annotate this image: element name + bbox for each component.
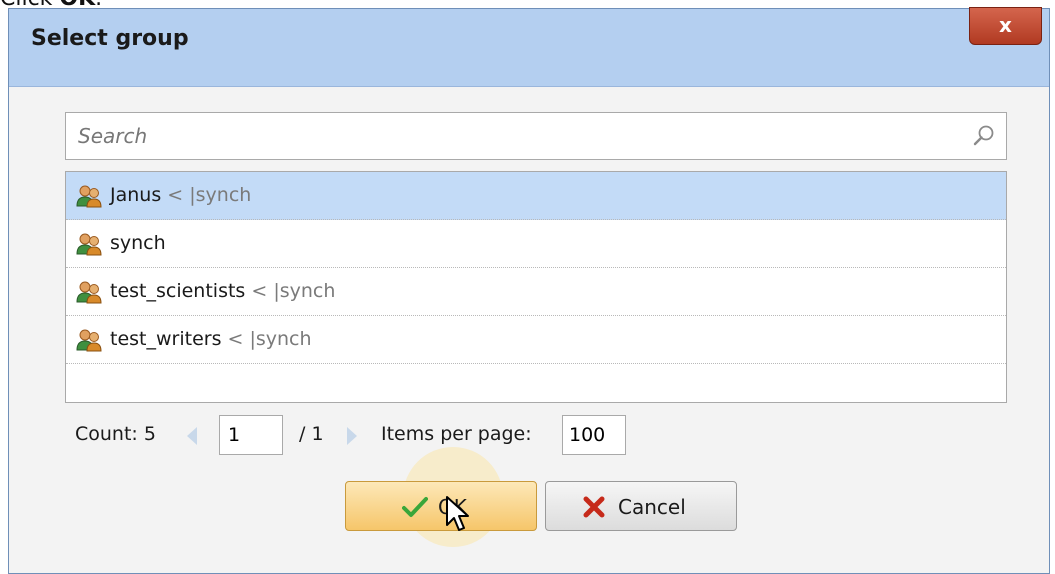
cancel-label: Cancel bbox=[618, 495, 686, 519]
ok-label: OK bbox=[438, 495, 467, 519]
dialog-titlebar: Select group x bbox=[9, 7, 1049, 87]
group-name: synch bbox=[110, 232, 166, 254]
items-per-page-label: Items per page: bbox=[381, 423, 532, 445]
pager: Count: 5 / 1 Items per page: bbox=[75, 413, 635, 455]
group-list: Janus < |synch synch test_scientists < |… bbox=[65, 171, 1007, 403]
select-group-dialog: Select group x Janus < |synch bbox=[8, 7, 1050, 574]
page-number-input[interactable] bbox=[219, 415, 283, 455]
group-name: Janus bbox=[110, 184, 162, 206]
group-name: test_scientists bbox=[110, 280, 246, 302]
group-label: test_writers < |synch bbox=[110, 328, 312, 350]
group-label: synch bbox=[110, 232, 166, 254]
group-suffix: < |synch bbox=[221, 328, 312, 350]
group-icon bbox=[76, 281, 102, 304]
page-total-label: / 1 bbox=[299, 423, 324, 445]
search-box bbox=[65, 112, 1007, 160]
group-icon bbox=[76, 233, 102, 256]
group-suffix: < |synch bbox=[161, 184, 252, 206]
cancel-x-icon bbox=[583, 496, 605, 518]
items-per-page-input[interactable] bbox=[562, 415, 626, 455]
close-icon: x bbox=[999, 13, 1012, 37]
list-item[interactable]: Janus < |synch bbox=[66, 172, 1006, 220]
ok-button[interactable]: OK bbox=[345, 481, 537, 531]
dialog-title: Select group bbox=[31, 26, 189, 51]
count-label: Count: 5 bbox=[75, 423, 156, 445]
list-item[interactable]: test_writers < |synch bbox=[66, 316, 1006, 364]
close-button[interactable]: x bbox=[969, 7, 1042, 45]
group-label: Janus < |synch bbox=[110, 184, 251, 206]
group-name: test_writers bbox=[110, 328, 222, 350]
screen: Click OK. Select group x Janus < |synch bbox=[0, 0, 1055, 574]
prev-page-icon[interactable] bbox=[187, 427, 197, 445]
group-label: test_scientists < |synch bbox=[110, 280, 335, 302]
group-suffix: < |synch bbox=[245, 280, 336, 302]
group-icon bbox=[76, 185, 102, 208]
cancel-button[interactable]: Cancel bbox=[545, 481, 737, 531]
search-icon[interactable] bbox=[972, 124, 996, 148]
search-input[interactable] bbox=[66, 113, 1006, 159]
list-item[interactable]: synch bbox=[66, 220, 1006, 268]
group-icon bbox=[76, 329, 102, 352]
checkmark-icon bbox=[402, 497, 428, 517]
next-page-icon[interactable] bbox=[347, 427, 357, 445]
list-item[interactable]: test_scientists < |synch bbox=[66, 268, 1006, 316]
